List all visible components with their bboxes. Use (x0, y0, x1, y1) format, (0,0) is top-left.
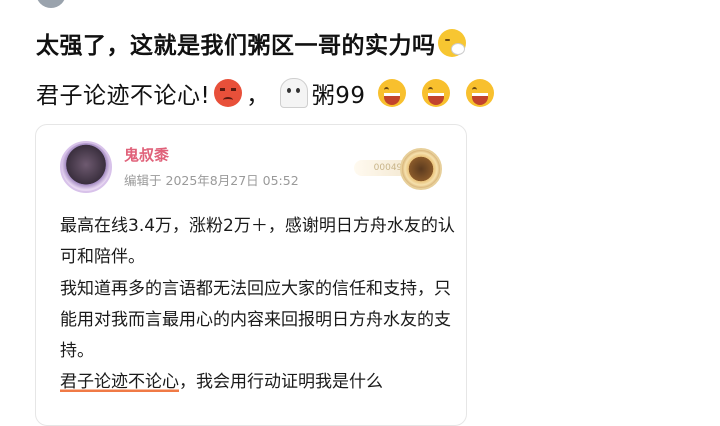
comment-punct: ， (246, 83, 270, 109)
comment-line-1: 太强了，这就是我们粥区一哥的实力吗 (36, 26, 470, 60)
quoted-post-card[interactable]: 鬼叔黍 编辑于 2025年8月27日 05:52 000493 最高在线3.4万… (35, 124, 467, 426)
post-paragraph: 我知道再多的言语都无法回应大家的信任和支持，只能用对我而言最用心的内容来回报明日… (60, 278, 451, 362)
comment-text: 太强了，这就是我们粥区一哥的实力吗 (36, 33, 436, 59)
post-body: 最高在线3.4万，涨粉2万＋，感谢明日方舟水友的认可和陪伴。 我知道再多的言语都… (60, 211, 455, 399)
grinning-squint-emoji-icon (421, 79, 450, 107)
sneezing-face-emoji-icon (437, 29, 466, 57)
grinning-squint-emoji-icon (377, 79, 406, 107)
comment-tag: 粥99 (311, 83, 366, 109)
comment-line-2: 君子论迹不论心! ， 粥99 (36, 76, 498, 110)
author-avatar[interactable] (60, 141, 112, 193)
post-paragraph-last: 君子论迹不论心，我会用行动证明我是什么 (60, 367, 455, 398)
edited-label: 编辑于 (124, 173, 162, 188)
grinning-squint-emoji-icon (465, 79, 494, 107)
previous-comment-strip (0, 0, 720, 10)
avatar[interactable] (36, 0, 66, 8)
post-paragraph: 最高在线3.4万，涨粉2万＋，感谢明日方舟水友的认可和陪伴。 (60, 216, 455, 268)
author-name[interactable]: 鬼叔黍 (124, 144, 169, 165)
medal-icon (400, 148, 442, 190)
angry-face-emoji-icon (214, 79, 243, 107)
ghost-emoji-icon (279, 78, 308, 108)
post-text: ，我会用行动证明我是什么 (179, 372, 383, 393)
comment-text-2: 君子论迹不论心! (36, 83, 211, 109)
post-edit-time: 编辑于 2025年8月27日 05:52 (124, 170, 299, 189)
post-time: 05:52 (262, 173, 299, 188)
highlighted-text: 君子论迹不论心 (60, 372, 179, 393)
post-date: 2025年8月27日 (165, 173, 259, 188)
